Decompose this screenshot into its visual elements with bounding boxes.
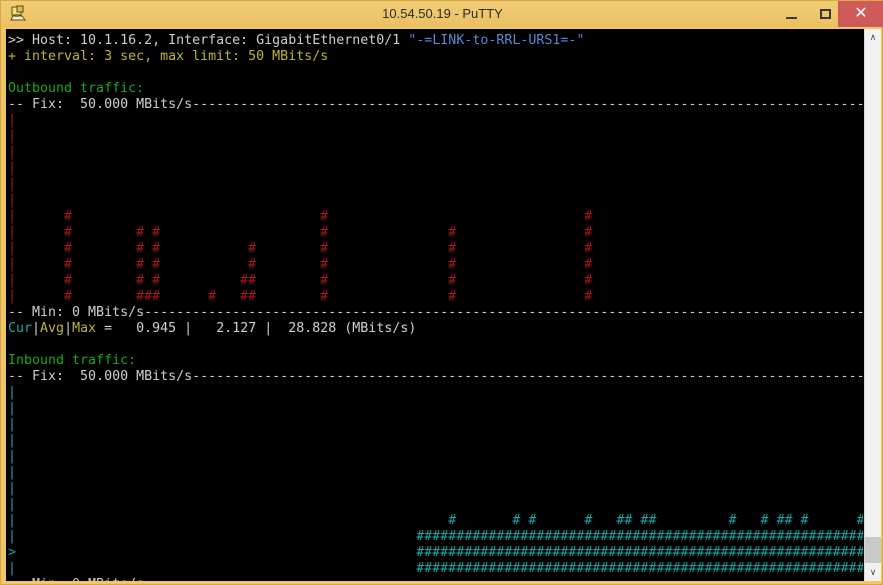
terminal-text: | [8,193,17,208]
terminal-text: | [8,433,17,448]
terminal-text: # ### # ## # # # [16,289,593,304]
terminal-text: # # # [16,209,593,224]
graph-row: | [8,385,16,401]
options-line: + interval: 3 sec, max limit: 50 MBits/s [8,49,328,65]
terminal-text: | [8,209,17,224]
terminal-text: # # # # # # # [16,241,593,256]
terminal-text: | [8,481,17,496]
graph-row: | ######################################… [8,561,863,577]
terminal-text: | [64,321,73,336]
terminal-text: | [8,513,17,528]
graph-row: | # # # # # # [8,225,592,241]
graph-row: | [8,177,16,193]
graph-row: | [8,449,16,465]
terminal-text: >> Host: 10.1.16.2, Interface: GigabitEt… [8,33,409,48]
terminal-text: | [8,113,17,128]
terminal-text: = 0.945 | 2.127 | 28.828 (MBits/s) [96,321,417,336]
terminal-text: | [8,225,17,240]
terminal-text: Inbound traffic: [8,353,137,368]
graph-row: | ######################################… [8,529,863,545]
graph-row: | # # # # # # # [8,241,592,257]
graph-row: | [8,145,16,161]
close-icon: ✕ [854,5,868,22]
terminal-text: > [8,545,17,560]
inbound-top-axis: -- Fix: 50.000 MBits/s------------------… [8,369,863,385]
terminal-text: Max [72,321,97,336]
terminal-text: | [8,161,17,176]
terminal-text: | [8,465,17,480]
terminal-text: -- Fix: 50.000 MBits/s------------------… [8,97,863,112]
terminal-text: ########################################… [16,561,863,576]
graph-row: | # # # # ## ## # # ## # # [8,513,863,529]
terminal-text: | [8,529,17,544]
terminal-text: | [8,401,17,416]
scroll-down-arrow-icon[interactable]: ∨ [865,564,881,581]
graph-row: > ######################################… [8,545,863,561]
terminal-text: -- Min: 0 MBits/s-----------------------… [8,305,863,320]
graph-row: | # ### # ## # # # [8,289,592,305]
outbound-top-axis: -- Fix: 50.000 MBits/s------------------… [8,97,863,113]
graph-row: | [8,465,16,481]
graph-row: | [8,401,16,417]
terminal-scrollbar[interactable]: ∧ ∨ [864,29,881,581]
terminal-text: # # # ## # # # [16,273,593,288]
terminal-text: | [8,449,17,464]
inbound-bottom-axis: -- Min: 0 MBits/s-----------------------… [8,577,863,581]
terminal-text: | [8,273,17,288]
minimize-icon [785,16,797,19]
graph-row: | # # # [8,209,592,225]
terminal-text: # # # # # # # [16,257,593,272]
graph-row: | [8,417,16,433]
graph-row: | # # # # # # # [8,257,592,273]
putty-window: 10.54.50.19 - PuTTY ✕ >> Host: 10.1.16.2… [0,0,883,585]
terminal-text: Cur [8,321,33,336]
graph-row: | [8,161,16,177]
terminal-text: + interval: 3 sec, max limit: 50 MBits/s [8,49,329,64]
terminal-text: ########################################… [16,545,863,560]
terminal-text: | [8,241,17,256]
terminal-text: "-=LINK-to-RRL-URS1=-" [408,33,585,48]
terminal-text: ########################################… [16,529,863,544]
graph-row: | [8,113,16,129]
inbound-title: Inbound traffic: [8,353,136,369]
terminal-text: | [8,145,17,160]
terminal-text: -- Min: 0 MBits/s-----------------------… [8,577,863,581]
maximize-icon [819,9,831,19]
close-button[interactable]: ✕ [838,1,883,27]
terminal-text: # # # # ## ## # # ## # # [16,513,863,528]
host-line: >> Host: 10.1.16.2, Interface: GigabitEt… [8,33,584,49]
terminal-text: | [8,417,17,432]
terminal-text: | [8,497,17,512]
terminal-frame: >> Host: 10.1.16.2, Interface: GigabitEt… [6,29,879,581]
graph-row: | [8,193,16,209]
outbound-bottom-axis: -- Min: 0 MBits/s-----------------------… [8,305,863,321]
terminal-text: | [8,257,17,272]
outbound-stats: Cur|Avg|Max = 0.945 | 2.127 | 28.828 (MB… [8,321,416,337]
terminal-text: # # # # # # [16,225,593,240]
terminal-text: | [8,385,17,400]
terminal-text: | [8,177,17,192]
graph-row: | [8,433,16,449]
terminal-text: | [8,289,17,304]
graph-row: | # # # ## # # # [8,273,592,289]
window-title: 10.54.50.19 - PuTTY [382,6,503,21]
terminal-text: | [32,321,41,336]
graph-row: | [8,497,16,513]
terminal-text: -- Fix: 50.000 MBits/s------------------… [8,369,863,384]
terminal-text: Avg [40,321,65,336]
graph-row: | [8,129,16,145]
terminal-text: | [8,129,17,144]
terminal-screen[interactable]: >> Host: 10.1.16.2, Interface: GigabitEt… [6,29,863,581]
outbound-title: Outbound traffic: [8,81,144,97]
graph-row: | [8,481,16,497]
terminal-text: Outbound traffic: [8,81,145,96]
minimize-button[interactable] [772,1,810,27]
scrollbar-thumb[interactable] [865,537,881,563]
terminal-text: | [8,561,17,576]
scroll-up-arrow-icon[interactable]: ∧ [865,29,881,46]
title-bar: 10.54.50.19 - PuTTY ✕ [1,1,883,27]
